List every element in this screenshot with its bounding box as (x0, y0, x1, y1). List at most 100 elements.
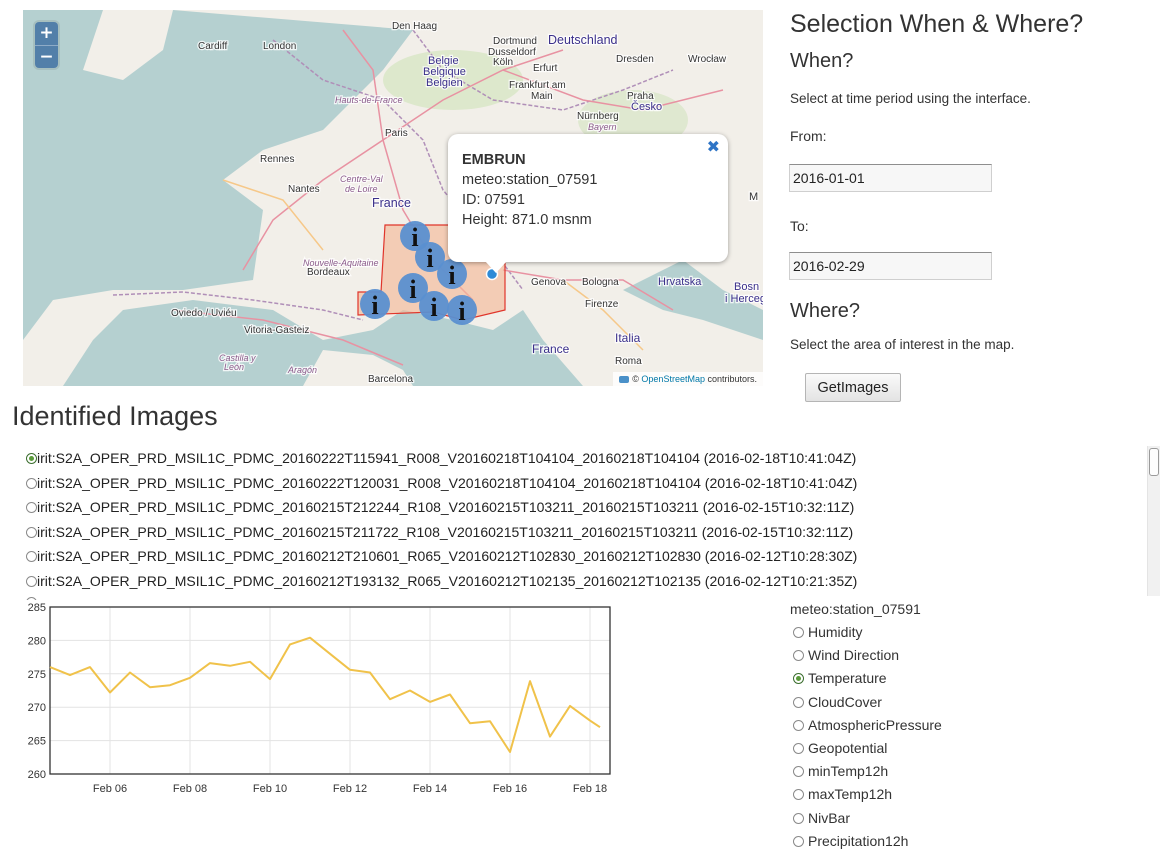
identified-images-title: Identified Images (12, 401, 218, 431)
popup-station: meteo:station_07591 (462, 172, 598, 188)
image-list-item[interactable]: irit:S2A_OPER_PRD_MSIL1C_PDMC_20160222T1… (26, 475, 857, 500)
when-heading: When? (790, 50, 854, 72)
image-name: irit:S2A_OPER_PRD_MSIL1C_PDMC_20160222T1… (37, 450, 857, 466)
svg-text:i: i (409, 275, 416, 304)
to-date-input[interactable] (789, 252, 992, 280)
y-tick-label: 265 (28, 736, 46, 748)
map-place-label: Rennes (260, 154, 294, 165)
image-name: irit:S2A_OPER_PRD_MSIL1C_PDMC_20160212T2… (37, 548, 858, 564)
image-list-item[interactable]: irit:S2A_OPER_PRD_MSIL1C_PDMC_20160212T2… (26, 548, 857, 573)
map-place-label: de Loire (345, 184, 378, 194)
x-tick-label: Feb 06 (93, 783, 127, 795)
map-place-label: Genova (531, 277, 566, 288)
image-list-item[interactable]: irit:S2A_OPER_PRD_MSIL1C_PDMC_20160212T1… (26, 573, 857, 598)
map-place-label: Italia (615, 331, 641, 345)
image-radio[interactable] (26, 453, 37, 464)
popup-close-icon[interactable]: ✖ (707, 137, 720, 156)
variable-radio[interactable] (793, 835, 804, 847)
variable-radio[interactable] (793, 719, 804, 731)
map-place-label: M (749, 191, 758, 203)
variable-option[interactable]: Humidity (793, 624, 942, 647)
variable-option[interactable]: CloudCover (793, 694, 942, 717)
map-place-label: Vitoria-Gasteiz (244, 325, 309, 336)
map-place-label: Oviedo / Uviéu (171, 308, 237, 319)
image-name: irit:S2A_OPER_PRD_MSIL1C_PDMC_20160215T2… (37, 499, 855, 515)
where-help-text: Select the area of interest in the map. (790, 337, 1015, 352)
variable-option[interactable]: Temperature (793, 670, 942, 693)
osm-link[interactable]: OpenStreetMap (641, 374, 705, 384)
map-place-label: Den Haag (392, 21, 437, 32)
to-label: To: (790, 218, 809, 234)
x-tick-label: Feb 14 (413, 783, 447, 795)
map-place-label: Bayern (588, 122, 617, 132)
map-place-label: i Herceg (725, 293, 763, 305)
map-place-label: Hrvatska (658, 276, 702, 288)
image-radio[interactable] (26, 575, 37, 587)
variable-radio[interactable] (793, 789, 804, 801)
popup-id: ID: 07591 (462, 192, 525, 208)
y-tick-label: 285 (28, 602, 46, 614)
image-radio[interactable] (26, 551, 37, 562)
from-date-input[interactable] (789, 164, 992, 192)
variable-option[interactable]: Geopotential (793, 740, 942, 763)
y-tick-label: 270 (28, 702, 46, 714)
variable-station-label: meteo:station_07591 (790, 601, 921, 617)
copyright-symbol: © (632, 374, 639, 384)
map-place-label: Hauts-de-France (335, 95, 403, 105)
plot-area (50, 607, 610, 774)
variable-label: Wind Direction (808, 647, 900, 664)
image-radio[interactable] (26, 477, 37, 489)
image-list-scrollbar[interactable] (1147, 446, 1160, 596)
map-place-label: Frankfurt am (509, 80, 566, 91)
image-radio[interactable] (26, 526, 37, 538)
map-place-label: Erfurt (533, 63, 558, 74)
map-place-label: Wrocław (688, 54, 727, 65)
zoom-out-button[interactable]: − (35, 45, 58, 68)
image-name: irit:S2A_OPER_PRD_MSIL1C_PDMC_20160222T1… (37, 474, 858, 491)
variable-label: maxTemp12h (808, 786, 893, 803)
temperature-chart: 260 265 270 275 280 285 Feb 06 Feb 08 Feb 10 Feb … (28, 602, 611, 795)
map-place-label: Nürnberg (577, 111, 619, 122)
map-place-label: Main (531, 91, 553, 102)
variable-radio[interactable] (793, 650, 804, 662)
variable-label: minTemp12h (808, 763, 889, 780)
from-label: From: (790, 128, 827, 144)
svg-text:i: i (430, 293, 437, 322)
variable-option[interactable]: minTemp12h (793, 763, 942, 786)
x-tick-label: Feb 16 (493, 783, 527, 795)
image-radio[interactable] (26, 502, 37, 513)
selection-title: Selection When & Where? (790, 10, 1084, 38)
map-place-label: León (224, 362, 244, 372)
zoom-in-button[interactable]: + (35, 22, 58, 45)
when-help-text: Select at time period using the interfac… (790, 91, 1031, 106)
variable-label: CloudCover (808, 693, 882, 710)
where-heading: Where? (790, 300, 861, 322)
variable-radio[interactable] (793, 766, 804, 778)
variable-radio[interactable] (793, 812, 804, 824)
x-tick-label: Feb 10 (253, 783, 287, 795)
variable-radio[interactable] (793, 742, 804, 754)
variable-label: AtmosphericPressure (808, 716, 942, 733)
variable-option[interactable]: Precipitation12h (793, 833, 942, 856)
map-attribution: © OpenStreetMap contributors. (613, 372, 763, 386)
y-tick-label: 275 (28, 669, 46, 681)
variable-radio[interactable] (793, 627, 804, 638)
image-list-item[interactable]: irit:S2A_OPER_PRD_MSIL1C_PDMC_20160215T2… (26, 524, 857, 549)
variable-option[interactable]: maxTemp12h (793, 786, 942, 809)
variable-option[interactable]: Wind Direction (793, 647, 942, 670)
image-list-item[interactable]: irit:S2A_OPER_PRD_MSIL1C_PDMC_20160222T1… (26, 450, 857, 475)
image-list-item[interactable]: irit:S2A_OPER_PRD_MSIL1C_PDMC_20160215T2… (26, 499, 857, 524)
variable-radio[interactable] (793, 673, 804, 685)
variable-label: Temperature (808, 670, 887, 687)
get-images-button[interactable]: GetImages (805, 373, 901, 402)
map-place-label: France (532, 342, 570, 356)
popup-title: EMBRUN (462, 152, 526, 168)
variable-option[interactable]: NivBar (793, 810, 942, 833)
variable-radio[interactable] (793, 696, 804, 708)
map-view[interactable]: i i i i i i i Den Haag Cardiff London Belgi… (23, 10, 763, 386)
variable-option[interactable]: AtmosphericPressure (793, 717, 942, 740)
scrollbar-thumb[interactable] (1149, 448, 1159, 476)
variable-label: Humidity (808, 624, 863, 640)
x-tick-label: Feb 12 (333, 783, 367, 795)
attribution-text: contributors. (704, 374, 757, 384)
